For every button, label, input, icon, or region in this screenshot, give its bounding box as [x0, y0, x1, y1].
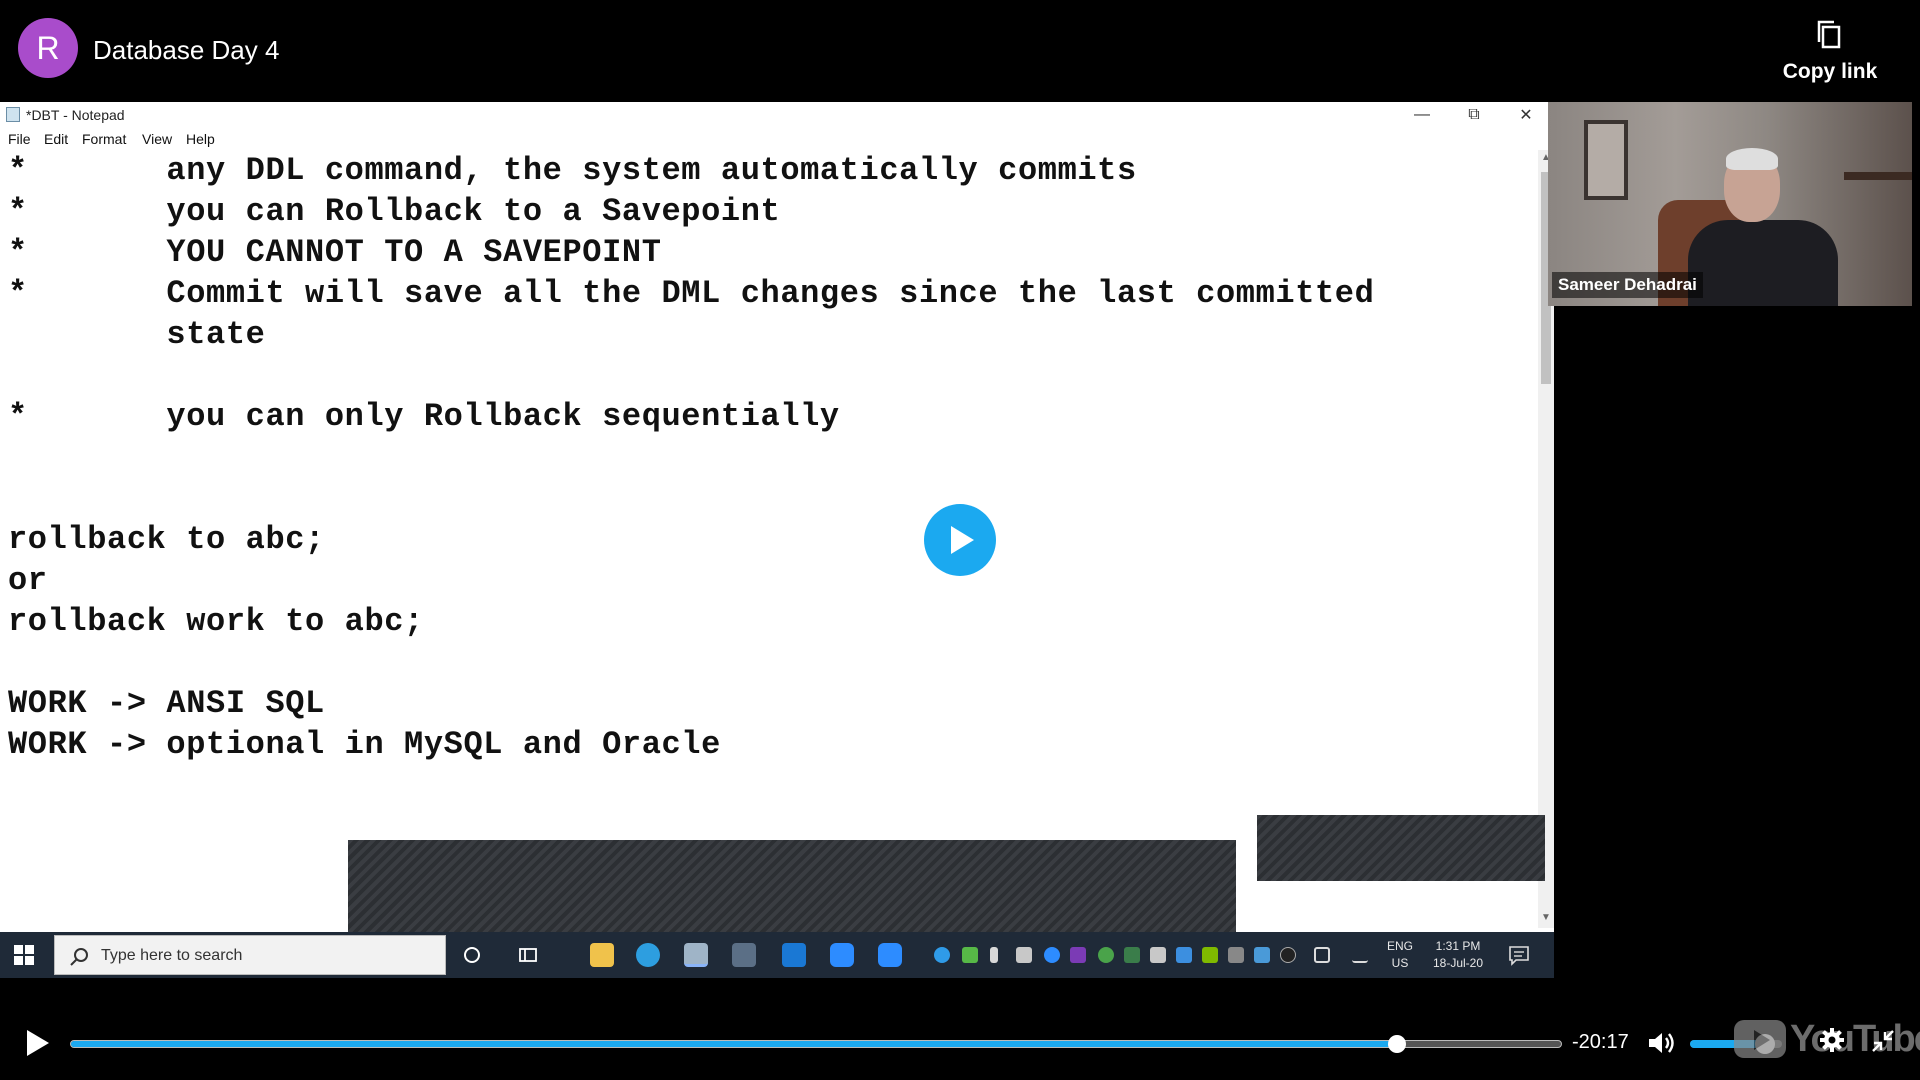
play-icon	[951, 526, 974, 554]
video-title[interactable]: Database Day 4	[93, 35, 279, 66]
task-view-icon[interactable]	[518, 945, 538, 965]
copy-link-button[interactable]: Copy link	[1770, 18, 1890, 84]
menu-edit[interactable]: Edit	[44, 131, 68, 147]
file-explorer-icon[interactable]	[590, 943, 614, 967]
text-line: * YOU CANNOT TO A SAVEPOINT	[8, 234, 662, 271]
progress-fill	[71, 1041, 1398, 1047]
tray-app-icon[interactable]	[1280, 947, 1296, 963]
progress-knob[interactable]	[1388, 1035, 1407, 1053]
text-line: rollback to abc;	[8, 521, 325, 558]
shared-screen: *DBT - Notepad — ⧉ ✕ File Edit Format Vi…	[0, 102, 1554, 978]
participant-body	[1688, 220, 1838, 306]
tray-app-icon[interactable]	[1228, 947, 1244, 963]
volume-icon[interactable]	[1646, 1028, 1676, 1058]
restore-button[interactable]: ⧉	[1450, 102, 1498, 128]
notification-icon[interactable]	[1508, 944, 1530, 966]
clock-time: 1:31 PM	[1435, 939, 1481, 953]
notepad-taskbar-icon[interactable]	[684, 943, 708, 967]
cortana-icon[interactable]	[462, 945, 482, 965]
notepad-editor[interactable]: * any DDL command, the system automatica…	[0, 150, 1538, 928]
player-header: R Database Day 4 Copy link	[0, 0, 1920, 100]
keyboard-icon[interactable]	[1016, 947, 1032, 963]
volume-tray-icon[interactable]	[1314, 947, 1330, 963]
search-placeholder: Type here to search	[101, 947, 243, 964]
language-indicator[interactable]: ENG US	[1384, 938, 1416, 972]
video-player: R Database Day 4 Copy link *DBT - Notepa…	[0, 0, 1920, 1080]
notepad-menubar: File Edit Format View Help	[0, 128, 1554, 150]
menu-file[interactable]: File	[8, 131, 31, 147]
language-code: ENG	[1386, 939, 1413, 953]
minimize-button[interactable]: —	[1398, 102, 1446, 128]
taskbar-search[interactable]: Type here to search	[54, 935, 446, 975]
microphone-icon[interactable]	[990, 947, 998, 963]
whiteboard-icon[interactable]	[782, 943, 806, 967]
text-line: * you can only Rollback sequentially	[8, 398, 840, 435]
nvidia-icon[interactable]	[1202, 947, 1218, 963]
security-icon[interactable]	[1124, 947, 1140, 963]
zoom-meeting-icon[interactable]	[878, 943, 902, 967]
windows-start-icon[interactable]	[14, 945, 34, 965]
text-line: * any DDL command, the system automatica…	[8, 152, 1137, 189]
wall-picture	[1584, 120, 1628, 200]
center-play-button[interactable]	[924, 504, 996, 576]
youtube-wordmark: YouTube	[1790, 1018, 1920, 1060]
time-remaining: -20:17	[1572, 1031, 1629, 1053]
zoom-icon[interactable]	[830, 943, 854, 967]
region-code: US	[1391, 956, 1409, 970]
pen-icon[interactable]	[1352, 947, 1368, 963]
windows-taskbar: Type here to search ENG US 1:31 PM 18-Ju…	[0, 932, 1554, 978]
text-line: WORK -> optional in MySQL and Oracle	[8, 726, 721, 763]
search-icon	[70, 948, 88, 966]
text-line: WORK -> ANSI SQL	[8, 685, 325, 722]
copy-icon	[1817, 20, 1841, 49]
clock-date: 18-Jul-20	[1432, 956, 1484, 970]
help-icon[interactable]	[934, 947, 950, 963]
onenote-icon[interactable]	[1070, 947, 1086, 963]
text-line: * you can Rollback to a Savepoint	[8, 193, 781, 230]
bluetooth-icon[interactable]	[1176, 947, 1192, 963]
notepad-title: *DBT - Notepad	[26, 107, 125, 123]
redacted-overlay	[1257, 815, 1545, 881]
channel-avatar[interactable]: R	[18, 18, 78, 78]
photos-icon[interactable]	[732, 943, 756, 967]
participant-name: Sameer Dehadrai	[1552, 272, 1703, 298]
notepad-titlebar: *DBT - Notepad — ⧉ ✕	[0, 102, 1554, 128]
tray-app-icon[interactable]	[1254, 947, 1270, 963]
copy-link-label: Copy link	[1782, 60, 1878, 83]
network-icon[interactable]	[1150, 947, 1166, 963]
scroll-down-icon[interactable]: ▼	[1538, 912, 1554, 926]
text-line: rollback work to abc;	[8, 603, 424, 640]
shield-icon[interactable]	[962, 947, 978, 963]
menu-format[interactable]: Format	[82, 131, 126, 147]
participant-hair	[1726, 148, 1778, 170]
redacted-overlay	[348, 840, 1236, 932]
settings-gear-icon[interactable]	[1818, 1026, 1846, 1054]
menu-view[interactable]: View	[142, 131, 172, 147]
progress-bar[interactable]	[70, 1035, 1562, 1053]
player-controls: -20:17 YouTube	[0, 1000, 1920, 1080]
text-line: * Commit will save all the DML changes s…	[8, 275, 1375, 312]
text-line: or	[8, 562, 48, 599]
exit-fullscreen-icon[interactable]	[1870, 1028, 1896, 1054]
youtube-play-glyph	[1754, 1030, 1770, 1050]
text-line: state	[8, 316, 266, 353]
play-button[interactable]	[24, 1028, 52, 1058]
wall-shelf	[1844, 172, 1912, 180]
edge-icon[interactable]	[636, 943, 660, 967]
menu-help[interactable]: Help	[186, 131, 215, 147]
participant-video: Sameer Dehadrai	[1548, 102, 1912, 306]
zoom-tray-icon[interactable]	[1044, 947, 1060, 963]
clock[interactable]: 1:31 PM 18-Jul-20	[1424, 938, 1492, 972]
notepad-icon	[6, 107, 20, 122]
sync-icon[interactable]	[1098, 947, 1114, 963]
close-button[interactable]: ✕	[1502, 102, 1550, 128]
